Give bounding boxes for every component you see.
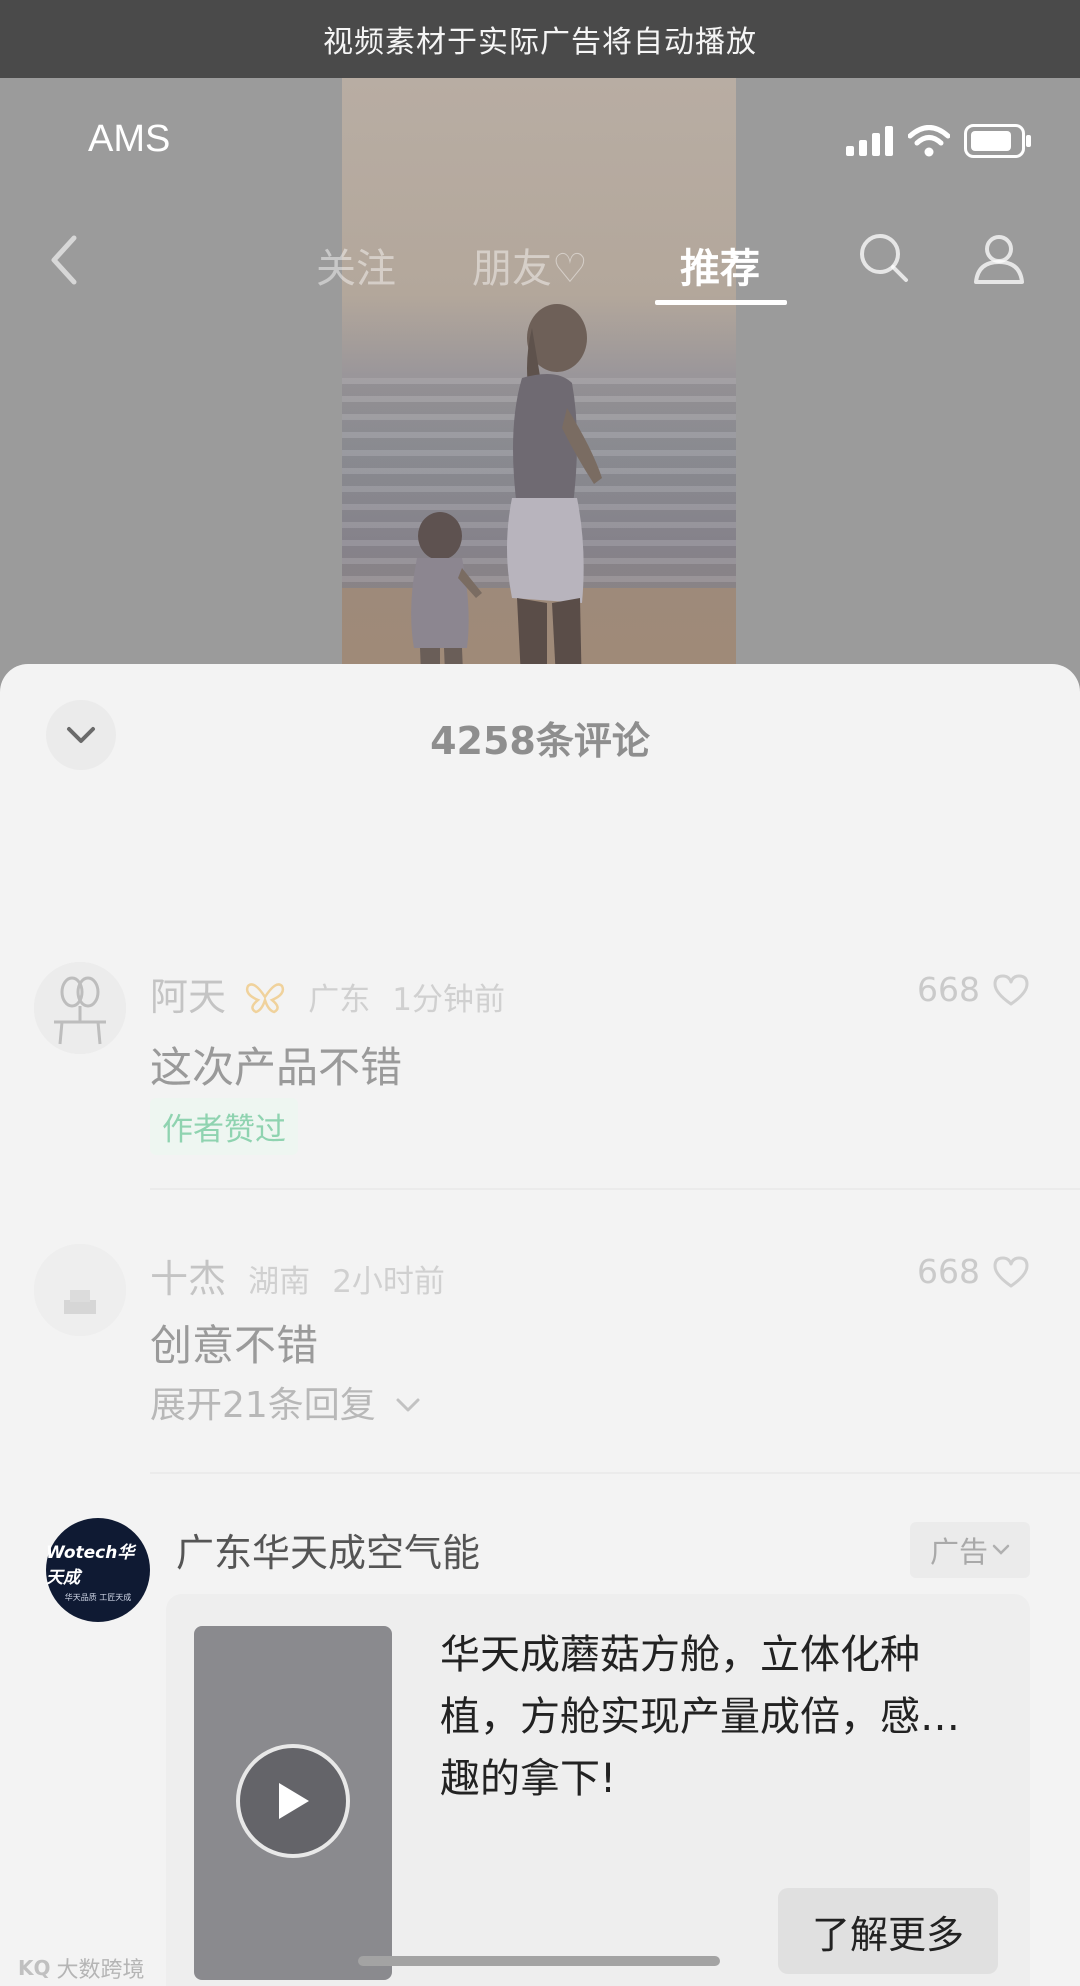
- logo-tagline: 华天品质 工匠天成: [64, 1592, 132, 1602]
- carrier-label: AMS: [88, 118, 171, 160]
- divider: [150, 1188, 1080, 1190]
- expand-replies-label: 展开21条回复: [150, 1385, 376, 1426]
- ad-video-thumbnail[interactable]: [194, 1626, 392, 1980]
- comments-sheet: 4258条评论 阿天 广东 1分钟前 这次产品不错 作者赞过 668 十杰 湖南…: [0, 664, 1080, 1986]
- ad-description-line: 华天成蘑菇方舱，立体化种: [440, 1632, 920, 1678]
- play-icon: [279, 1783, 309, 1819]
- heart-icon: [993, 1256, 1029, 1287]
- user-icon[interactable]: [972, 232, 1026, 286]
- like-control[interactable]: 668: [917, 970, 1030, 1009]
- comment-location: 湖南: [248, 1264, 311, 1300]
- tab-recommended[interactable]: 推荐: [680, 236, 760, 294]
- author-name: 十杰: [150, 1257, 227, 1301]
- like-count: 668: [917, 1252, 980, 1291]
- back-icon[interactable]: [44, 230, 84, 290]
- comment-time: 1分钟前: [392, 982, 506, 1018]
- signal-icon: [846, 126, 893, 156]
- play-button[interactable]: [236, 1744, 350, 1858]
- phone-screen: AMS 关注 朋友♡ 推荐 4258条评论 阿天 广东 1分钟前 这次产品不错 …: [0, 78, 1080, 1986]
- status-icons: [846, 124, 1032, 158]
- status-bar: AMS: [0, 118, 1080, 178]
- expand-replies-button[interactable]: 展开21条回复: [150, 1376, 421, 1428]
- comment-text: 这次产品不错: [150, 1043, 403, 1092]
- comment-time: 2小时前: [332, 1264, 445, 1300]
- ad-label: 广告: [929, 1535, 988, 1569]
- active-tab-indicator: [655, 300, 787, 305]
- wifi-icon: [908, 125, 950, 157]
- ad-description-line: 趣的拿下!: [440, 1756, 617, 1802]
- battery-icon: [964, 124, 1031, 158]
- ad-card[interactable]: 华天成蘑菇方舱，立体化种 植，方舱实现产量成倍，感… 趣的拿下! 了解更多: [166, 1594, 1030, 1986]
- tab-follow[interactable]: 关注: [316, 236, 396, 294]
- learn-more-button[interactable]: 了解更多: [778, 1888, 998, 1974]
- ad-description-line: 植，方舱实现产量成倍，感…: [440, 1694, 960, 1740]
- comment-author[interactable]: 阿天 广东 1分钟前: [150, 966, 505, 1021]
- like-count: 668: [917, 970, 980, 1009]
- comments-count-title: 4258条评论: [430, 719, 650, 763]
- advertiser-name[interactable]: 广东华天成空气能: [176, 1522, 480, 1577]
- top-navigation: 关注 朋友♡ 推荐: [0, 230, 1080, 310]
- avatar-image: [34, 962, 126, 1054]
- author-name: 阿天: [150, 975, 227, 1019]
- home-indicator[interactable]: [358, 1956, 720, 1966]
- comment-text: 创意不错: [150, 1321, 319, 1370]
- search-icon[interactable]: [858, 232, 910, 284]
- watermark-text: 大数跨境: [56, 1958, 145, 1983]
- tab-friends[interactable]: 朋友♡: [472, 236, 588, 294]
- video-player[interactable]: AMS 关注 朋友♡ 推荐: [0, 78, 1080, 698]
- logo-wordmark: Wotech华天成: [46, 1542, 135, 1588]
- avatar[interactable]: [34, 1244, 126, 1336]
- like-control[interactable]: 668: [917, 1252, 1030, 1291]
- autoplay-notice-banner: 视频素材于实际广告将自动播放: [0, 0, 1080, 78]
- banner-text: 视频素材于实际广告将自动播放: [323, 25, 757, 60]
- chevron-down-icon: [396, 1398, 420, 1412]
- butterfly-icon: [245, 983, 285, 1014]
- heart-icon: [993, 974, 1029, 1005]
- watermark: KQ 大数跨境: [18, 1952, 145, 1984]
- comment-author[interactable]: 十杰 湖南 2小时前: [150, 1248, 445, 1303]
- watermark-logo: KQ: [18, 1956, 51, 1980]
- ad-description: 华天成蘑菇方舱，立体化种 植，方舱实现产量成倍，感… 趣的拿下!: [440, 1624, 1000, 1810]
- ad-label-dropdown[interactable]: 广告: [910, 1522, 1030, 1578]
- woman-silhouette: [507, 304, 602, 698]
- comment-location: 广东: [308, 982, 371, 1018]
- avatar-image: [34, 1244, 126, 1336]
- divider: [150, 1472, 1080, 1474]
- avatar[interactable]: [34, 962, 126, 1054]
- author-liked-badge: 作者赞过: [150, 1098, 298, 1155]
- advertiser-logo[interactable]: Wotech华天成 华天品质 工匠天成: [46, 1518, 150, 1622]
- chevron-down-icon: [992, 1544, 1010, 1555]
